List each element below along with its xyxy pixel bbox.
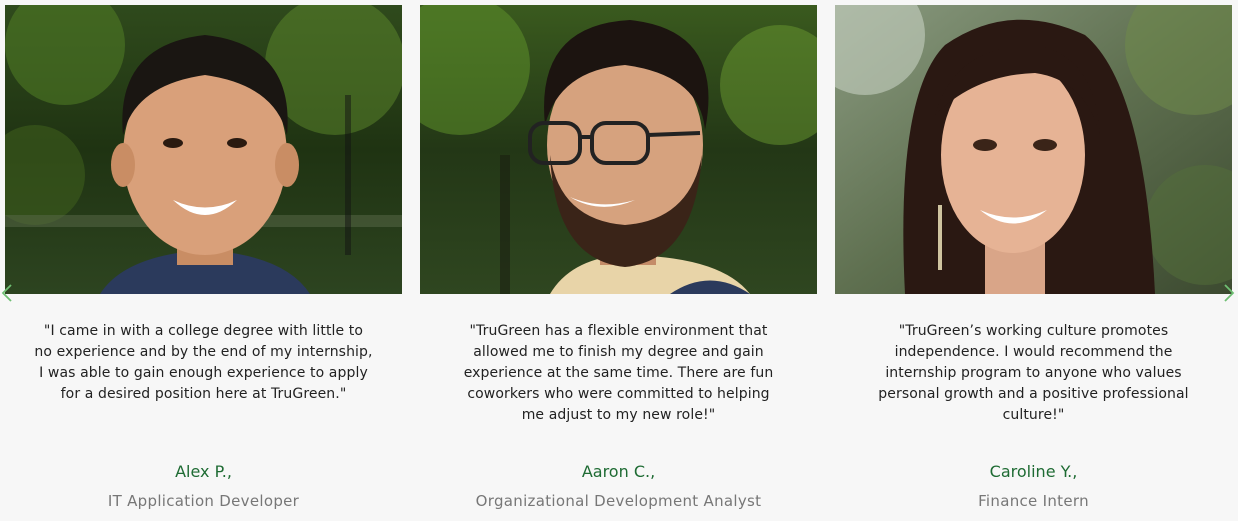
testimonial-photo [5, 5, 402, 294]
testimonial-role: Organizational Development Analyst [475, 492, 762, 510]
testimonial-quote: "TruGreen has a flexible environment tha… [463, 323, 774, 423]
testimonial-card-aaron: "TruGreen has a flexible environment tha… [420, 5, 817, 510]
testimonial-name: Alex P., [175, 462, 232, 481]
testimonial-quote: "TruGreen’s working culture promotes ind… [878, 323, 1189, 423]
chevron-left-icon [1, 284, 12, 302]
carousel-next-button[interactable] [1222, 283, 1236, 303]
testimonial-photo [420, 5, 817, 294]
testimonial-name: Caroline Y., [989, 462, 1078, 481]
testimonial-role: IT Application Developer [107, 492, 300, 510]
testimonial-carousel: "I came in with a college degree with li… [0, 0, 1238, 521]
testimonial-name: Aaron C., [581, 462, 656, 481]
testimonial-card-caroline: "TruGreen’s working culture promotes ind… [835, 5, 1232, 510]
testimonial-quote: "I came in with a college degree with li… [34, 323, 373, 402]
carousel-prev-button[interactable] [0, 283, 14, 303]
testimonial-photo [835, 5, 1232, 294]
chevron-right-icon [1224, 284, 1235, 302]
testimonial-card-alex: "I came in with a college degree with li… [5, 5, 402, 510]
testimonial-role: Finance Intern [978, 492, 1089, 510]
